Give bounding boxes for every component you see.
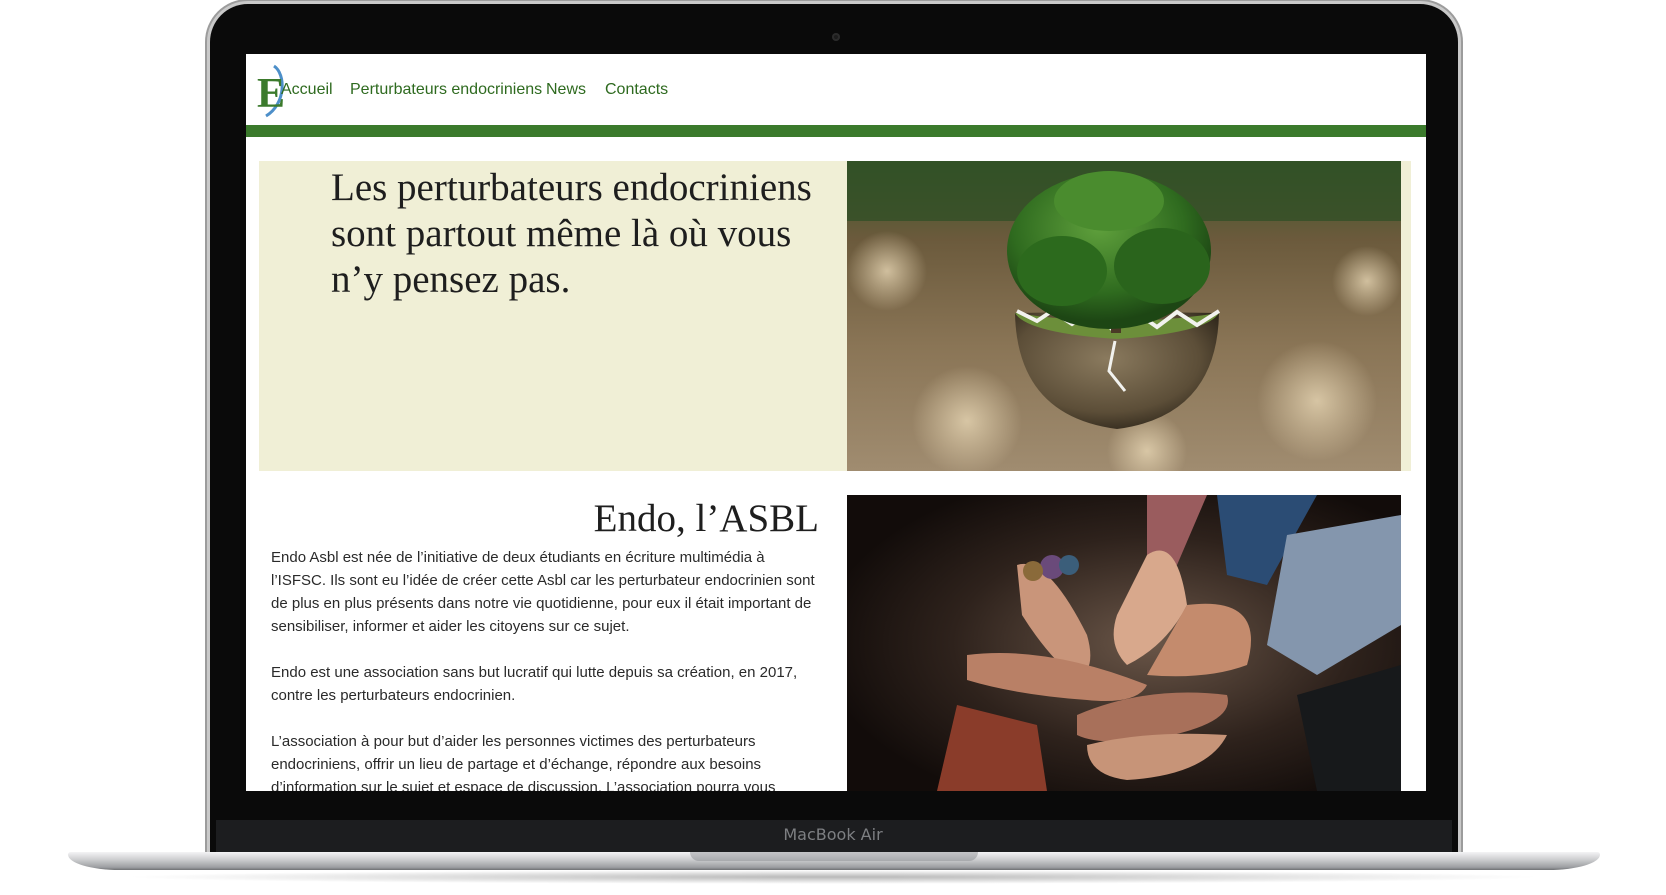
nav-link-accueil[interactable]: Accueil [281, 81, 333, 99]
about-title: Endo, l’ASBL [593, 497, 819, 540]
browser-viewport: E Accueil Perturbateurs endocriniens New… [246, 54, 1426, 791]
tree-earth-image [847, 161, 1401, 471]
hands-together-image [847, 495, 1401, 791]
nav-link-news[interactable]: News [546, 81, 586, 99]
hands-together-illustration [847, 495, 1401, 791]
nav-link-perturbateurs-endocriniens[interactable]: Perturbateurs endocriniens [350, 81, 542, 99]
hero-section: Les perturbateurs endocriniens sont part… [259, 161, 1411, 471]
laptop-shadow [120, 870, 1546, 884]
about-text: Endo Asbl est née de l’initiative de deu… [271, 546, 816, 791]
device-model-label: MacBook Air [783, 825, 883, 844]
about-paragraph: Endo est une association sans but lucrat… [271, 664, 798, 704]
webcam [832, 33, 840, 41]
about-paragraph: L’association à pour but d’aider les per… [271, 733, 776, 791]
nav-divider [246, 125, 1426, 137]
tree-earth-illustration [847, 161, 1401, 471]
hero-heading: Les perturbateurs endocriniens sont part… [331, 166, 812, 301]
site-navbar: E Accueil Perturbateurs endocriniens New… [246, 54, 1426, 125]
nav-link-contacts[interactable]: Contacts [605, 81, 668, 99]
about-paragraph: Endo Asbl est née de l’initiative de deu… [271, 549, 815, 635]
laptop-notch [690, 852, 978, 861]
